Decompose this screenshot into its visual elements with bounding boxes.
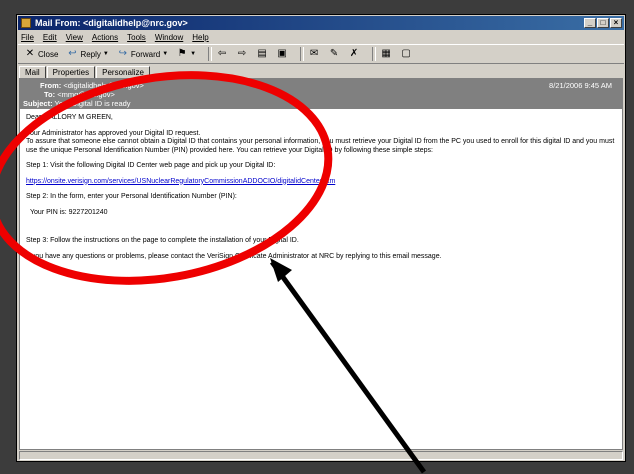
screen-background: Mail From: <digitalidhelp@nrc.gov> _ □ ×… bbox=[0, 0, 634, 474]
paperclip-icon: ✎ bbox=[329, 48, 339, 59]
toolbar-separator bbox=[372, 47, 377, 61]
subject-label: Subject: bbox=[23, 99, 53, 108]
digital-id-link[interactable]: https://onsite.verisign.com/services/USN… bbox=[26, 178, 335, 185]
reply-button[interactable]: ↩ Reply ▼ bbox=[66, 46, 109, 62]
options-button[interactable]: ▢ bbox=[400, 46, 412, 62]
chevron-down-icon: ▼ bbox=[162, 51, 169, 57]
menu-edit[interactable]: Edit bbox=[43, 33, 57, 42]
from-value[interactable]: <digitalidhelp@nrc.gov> bbox=[63, 81, 144, 90]
greeting: Dear MALLORY M GREEN, bbox=[26, 114, 113, 121]
trash-icon: ✗ bbox=[349, 48, 359, 59]
ribbon-icon: ✉ bbox=[309, 48, 319, 59]
to-label: To: bbox=[44, 90, 56, 99]
step-1: Step 1: Visit the following Digital ID C… bbox=[26, 162, 276, 169]
maximize-button[interactable]: □ bbox=[597, 18, 609, 28]
to-value[interactable]: <mmg@nrc.gov> bbox=[57, 90, 115, 99]
menu-help[interactable]: Help bbox=[192, 33, 208, 42]
subject-value: Your Digital ID is ready bbox=[54, 99, 131, 108]
menu-bar: File Edit View Actions Tools Window Help bbox=[18, 31, 624, 43]
window-title: Mail From: <digitalidhelp@nrc.gov> bbox=[35, 18, 188, 28]
save-button[interactable]: ▣ bbox=[276, 46, 288, 62]
forward-label: Forward bbox=[130, 49, 161, 59]
follow-up-button[interactable]: ⚑ ▼ bbox=[176, 46, 196, 62]
pin-line: Your PIN is: 9227201240 bbox=[30, 208, 108, 216]
delete-button[interactable]: ✗ bbox=[348, 46, 360, 62]
printer-icon: ▤ bbox=[257, 48, 267, 59]
toolbar: ✕ Close ↩ Reply ▼ ↪ Forward ▼ ⚑ ▼ ⇦ ⇨ ▤ … bbox=[18, 44, 624, 64]
forward-button[interactable]: ↪ Forward ▼ bbox=[117, 46, 169, 62]
envelope-icon bbox=[21, 18, 31, 28]
message-body[interactable]: Dear MALLORY M GREEN, Your Administrator… bbox=[26, 114, 616, 268]
disk-icon: ▣ bbox=[277, 48, 287, 59]
close-x-icon: ✕ bbox=[25, 48, 35, 59]
step-3: Step 3: Follow the instructions on the p… bbox=[26, 237, 299, 244]
step-2: Step 2: In the form, enter your Personal… bbox=[26, 193, 237, 200]
body-para-2: To assure that someone else cannot obtai… bbox=[26, 138, 615, 154]
flag-icon: ⚑ bbox=[177, 48, 187, 59]
chevron-down-icon: ▼ bbox=[102, 51, 109, 57]
menu-actions[interactable]: Actions bbox=[92, 33, 118, 42]
print-button[interactable]: ▤ bbox=[256, 46, 268, 62]
tab-strip: Mail Properties Personalize bbox=[19, 66, 151, 79]
menu-tools[interactable]: Tools bbox=[127, 33, 146, 42]
toolbar-separator bbox=[300, 47, 305, 61]
mail-window: Mail From: <digitalidhelp@nrc.gov> _ □ ×… bbox=[16, 14, 626, 462]
status-bar bbox=[19, 451, 623, 460]
from-label: From: bbox=[40, 81, 62, 90]
chevron-down-icon: ▼ bbox=[190, 51, 197, 57]
message-date: 8/21/2006 9:45 AM bbox=[549, 81, 612, 90]
body-para-1: Your Administrator has approved your Dig… bbox=[26, 129, 201, 137]
reply-icon: ↩ bbox=[68, 48, 77, 59]
arrow-right-icon: ⇨ bbox=[237, 48, 247, 59]
title-bar[interactable]: Mail From: <digitalidhelp@nrc.gov> _ □ × bbox=[18, 16, 624, 30]
message-header: From: <digitalidhelp@nrc.gov> 8/21/2006 … bbox=[20, 79, 622, 109]
toolbar-separator bbox=[208, 47, 213, 61]
previous-button[interactable]: ⇦ bbox=[216, 46, 228, 62]
reply-label: Reply bbox=[80, 49, 101, 59]
menu-view[interactable]: View bbox=[66, 33, 83, 42]
address-book-button[interactable]: ▦ bbox=[380, 46, 392, 62]
close-window-button[interactable]: × bbox=[610, 18, 622, 28]
minimize-button[interactable]: _ bbox=[584, 18, 596, 28]
message-pane: From: <digitalidhelp@nrc.gov> 8/21/2006 … bbox=[19, 78, 623, 450]
attach-button[interactable]: ✎ bbox=[328, 46, 340, 62]
window-icon: ▢ bbox=[401, 48, 411, 59]
forward-icon: ↪ bbox=[118, 48, 128, 59]
close-button[interactable]: ✕ Close bbox=[24, 46, 59, 62]
arrow-left-icon: ⇦ bbox=[217, 48, 227, 59]
book-icon: ▦ bbox=[381, 48, 391, 59]
menu-window[interactable]: Window bbox=[155, 33, 183, 42]
closing: If you have any questions or problems, p… bbox=[26, 252, 442, 260]
menu-file[interactable]: File bbox=[21, 33, 34, 42]
next-button[interactable]: ⇨ bbox=[236, 46, 248, 62]
signed-button[interactable]: ✉ bbox=[308, 46, 320, 62]
close-label: Close bbox=[38, 49, 59, 59]
